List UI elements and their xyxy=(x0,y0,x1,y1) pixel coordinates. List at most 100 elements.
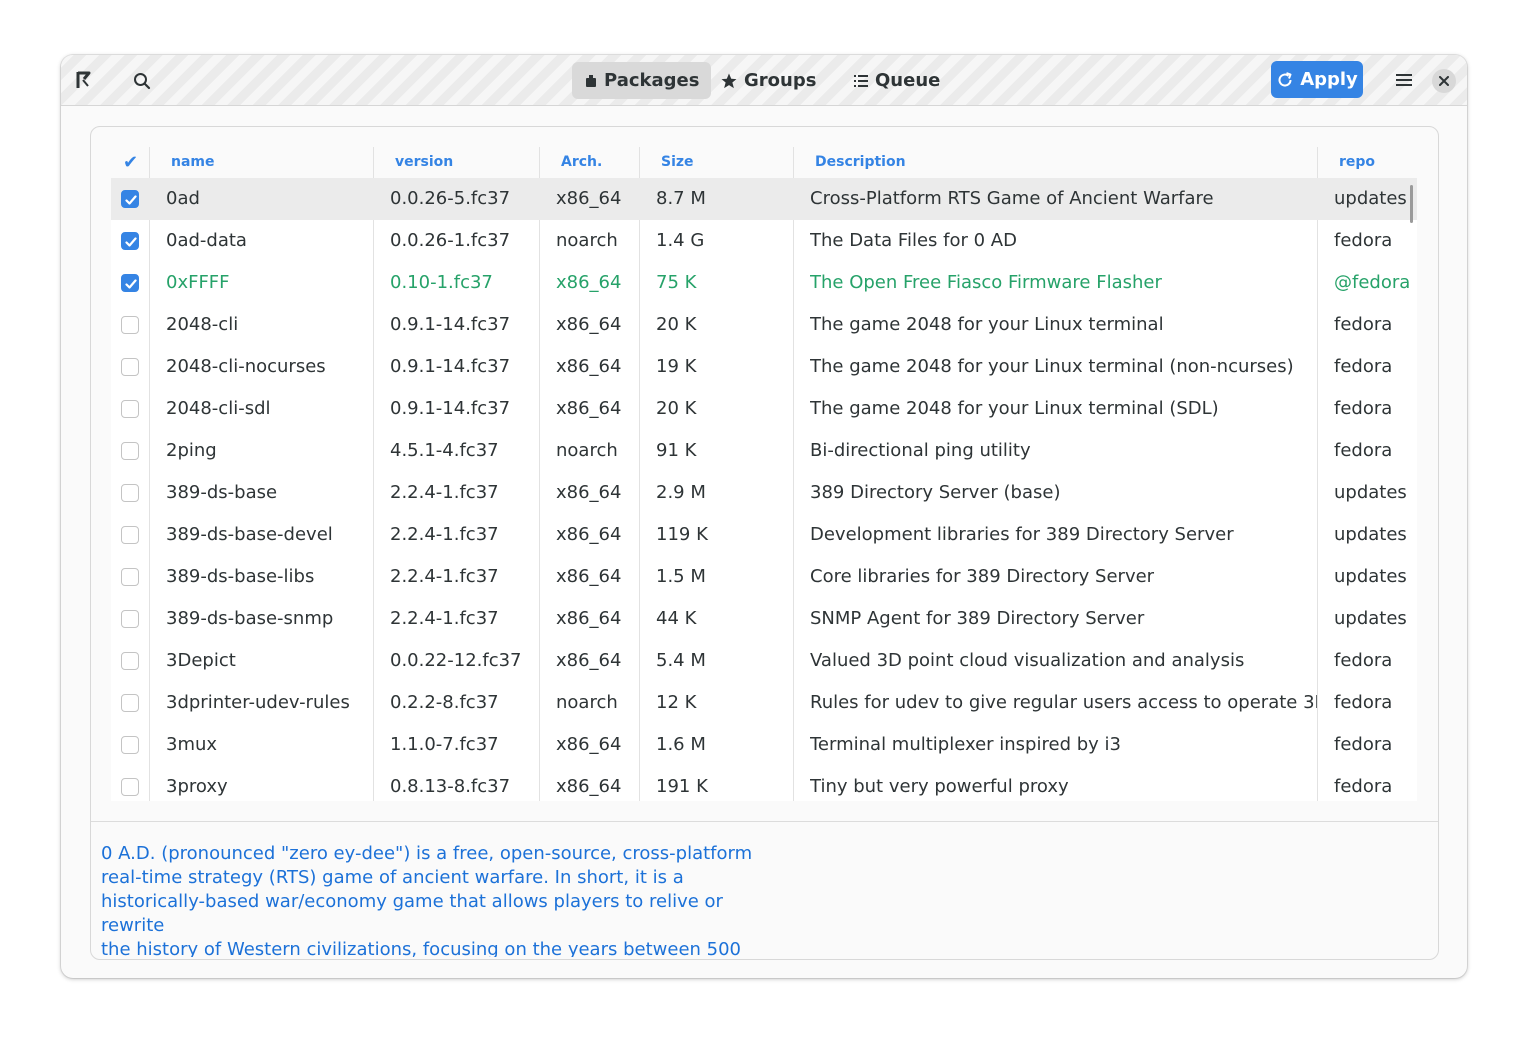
cell-size: 5.4 M xyxy=(656,650,706,671)
tab-queue[interactable]: Queue xyxy=(841,62,952,99)
tab-groups[interactable]: Groups xyxy=(708,62,828,99)
cell-repo: fedora xyxy=(1334,692,1393,713)
cell-size: 2.9 M xyxy=(656,482,706,503)
cell-description: The game 2048 for your Linux terminal (S… xyxy=(810,398,1219,419)
cell-version: 2.2.4-1.fc37 xyxy=(390,608,499,629)
table-scrollbar[interactable] xyxy=(1410,185,1413,223)
cell-name: 0ad-data xyxy=(166,230,247,251)
cell-size: 44 K xyxy=(656,608,697,629)
cell-arch: noarch xyxy=(556,230,618,251)
column-header-description[interactable]: Description xyxy=(815,147,906,178)
cell-name: 0ad xyxy=(166,188,200,209)
table-row[interactable]: 3Depict 0.0.22-12.fc37 x86_64 5.4 M Valued 3… xyxy=(111,640,1417,682)
table-row[interactable]: 389-ds-base 2.2.4-1.fc37 x86_64 2.9 M 389 Di… xyxy=(111,472,1417,514)
column-header-version[interactable]: version xyxy=(395,147,453,178)
cell-name: 389-ds-base xyxy=(166,482,278,503)
row-checkbox[interactable] xyxy=(121,610,139,628)
cell-arch: x86_64 xyxy=(556,734,622,755)
main-menu-button[interactable] xyxy=(1390,66,1418,94)
table-row[interactable]: 0ad-data 0.0.26-1.fc37 noarch 1.4 G The Data… xyxy=(111,220,1417,262)
row-checkbox[interactable] xyxy=(121,274,139,292)
cell-size: 19 K xyxy=(656,356,697,377)
cell-size: 20 K xyxy=(656,314,697,335)
cell-size: 191 K xyxy=(656,776,708,797)
table-row[interactable]: 2048-cli-nocurses 0.9.1-14.fc37 x86_64 19 K… xyxy=(111,346,1417,388)
row-checkbox[interactable] xyxy=(121,652,139,670)
cell-description: The Data Files for 0 AD xyxy=(810,230,1017,251)
table-row[interactable]: 2ping 4.5.1-4.fc37 noarch 91 K Bi-directiona… xyxy=(111,430,1417,472)
row-checkbox[interactable] xyxy=(121,736,139,754)
cell-name: 2048-cli-sdl xyxy=(166,398,271,419)
select-all-header[interactable]: ✔ xyxy=(123,147,138,178)
row-checkbox[interactable] xyxy=(121,694,139,712)
row-checkbox[interactable] xyxy=(121,778,139,796)
row-checkbox[interactable] xyxy=(121,358,139,376)
column-header-name[interactable]: name xyxy=(171,147,215,178)
cell-repo: updates xyxy=(1334,188,1407,209)
row-checkbox[interactable] xyxy=(121,232,139,250)
app-window: Packages Groups Queue Apply ✔ name versi… xyxy=(61,55,1467,978)
table-row[interactable]: 389-ds-base-devel 2.2.4-1.fc37 x86_64 119 K… xyxy=(111,514,1417,556)
cell-description: The game 2048 for your Linux terminal xyxy=(810,314,1164,335)
header-bar: Packages Groups Queue Apply xyxy=(61,55,1467,106)
row-checkbox[interactable] xyxy=(121,316,139,334)
refresh-icon xyxy=(1278,71,1292,87)
cell-version: 4.5.1-4.fc37 xyxy=(390,440,499,461)
table-row[interactable]: 0ad 0.0.26-5.fc37 x86_64 8.7 M Cross-Platfor… xyxy=(111,178,1417,220)
column-header-repo[interactable]: repo xyxy=(1339,147,1375,178)
content-frame: ✔ name version Arch. Size Description re… xyxy=(90,126,1439,960)
star-icon xyxy=(721,73,737,88)
apply-button[interactable]: Apply xyxy=(1271,61,1363,98)
row-checkbox[interactable] xyxy=(121,400,139,418)
cell-arch: x86_64 xyxy=(556,482,622,503)
cell-name: 3mux xyxy=(166,734,218,755)
cell-repo: updates xyxy=(1334,608,1407,629)
search-button[interactable] xyxy=(128,67,156,95)
close-window-button[interactable] xyxy=(1432,69,1456,93)
column-header-size[interactable]: Size xyxy=(661,147,694,178)
cell-version: 0.10-1.fc37 xyxy=(390,272,493,293)
cell-repo: fedora xyxy=(1334,314,1393,335)
pane-separator xyxy=(91,821,1438,822)
cell-description: Cross-Platform RTS Game of Ancient Warfa… xyxy=(810,188,1214,209)
cell-size: 12 K xyxy=(656,692,697,713)
tab-packages[interactable]: Packages xyxy=(572,62,712,99)
tab-queue-label: Queue xyxy=(875,70,941,91)
cell-size: 75 K xyxy=(656,272,697,293)
table-row[interactable]: 2048-cli-sdl 0.9.1-14.fc37 x86_64 20 K The g… xyxy=(111,388,1417,430)
cell-arch: noarch xyxy=(556,692,618,713)
cell-name: 2048-cli-nocurses xyxy=(166,356,326,377)
cell-arch: x86_64 xyxy=(556,524,622,545)
cell-name: 3Depict xyxy=(166,650,236,671)
cell-arch: x86_64 xyxy=(556,650,622,671)
cell-version: 0.9.1-14.fc37 xyxy=(390,398,511,419)
table-row[interactable]: 3dprinter-udev-rules 0.2.2-8.fc37 noarch 12… xyxy=(111,682,1417,724)
cell-description: The game 2048 for your Linux terminal (n… xyxy=(810,356,1294,377)
row-checkbox[interactable] xyxy=(121,526,139,544)
table-row[interactable]: 0xFFFF 0.10-1.fc37 x86_64 75 K The Open Free… xyxy=(111,262,1417,304)
table-row[interactable]: 3proxy 0.8.13-8.fc37 x86_64 191 K Tiny but v… xyxy=(111,766,1417,801)
cell-repo: fedora xyxy=(1334,356,1393,377)
app-logo-icon[interactable] xyxy=(73,68,95,92)
row-checkbox[interactable] xyxy=(121,568,139,586)
table-row[interactable]: 2048-cli 0.9.1-14.fc37 x86_64 20 K The game … xyxy=(111,304,1417,346)
table-row[interactable]: 389-ds-base-libs 2.2.4-1.fc37 x86_64 1.5 M C… xyxy=(111,556,1417,598)
cell-version: 0.2.2-8.fc37 xyxy=(390,692,499,713)
row-checkbox[interactable] xyxy=(121,484,139,502)
row-checkbox[interactable] xyxy=(121,442,139,460)
cell-repo: fedora xyxy=(1334,776,1393,797)
description-line: real-time strategy (RTS) game of ancient… xyxy=(101,867,684,888)
search-icon xyxy=(134,73,151,90)
package-icon xyxy=(586,74,596,87)
table-row[interactable]: 3mux 1.1.0-7.fc37 x86_64 1.6 M Terminal mult… xyxy=(111,724,1417,766)
cell-version: 0.9.1-14.fc37 xyxy=(390,356,511,377)
column-header-arch[interactable]: Arch. xyxy=(561,147,602,178)
cell-description: Bi-directional ping utility xyxy=(810,440,1031,461)
cell-version: 2.2.4-1.fc37 xyxy=(390,482,499,503)
cell-arch: x86_64 xyxy=(556,188,622,209)
cell-repo: fedora xyxy=(1334,398,1393,419)
table-row[interactable]: 389-ds-base-snmp 2.2.4-1.fc37 x86_64 44 K SN… xyxy=(111,598,1417,640)
row-checkbox[interactable] xyxy=(121,190,139,208)
cell-repo: fedora xyxy=(1334,650,1393,671)
package-description-panel: 0 A.D. (pronounced "zero ey-dee") is a f… xyxy=(101,842,761,957)
